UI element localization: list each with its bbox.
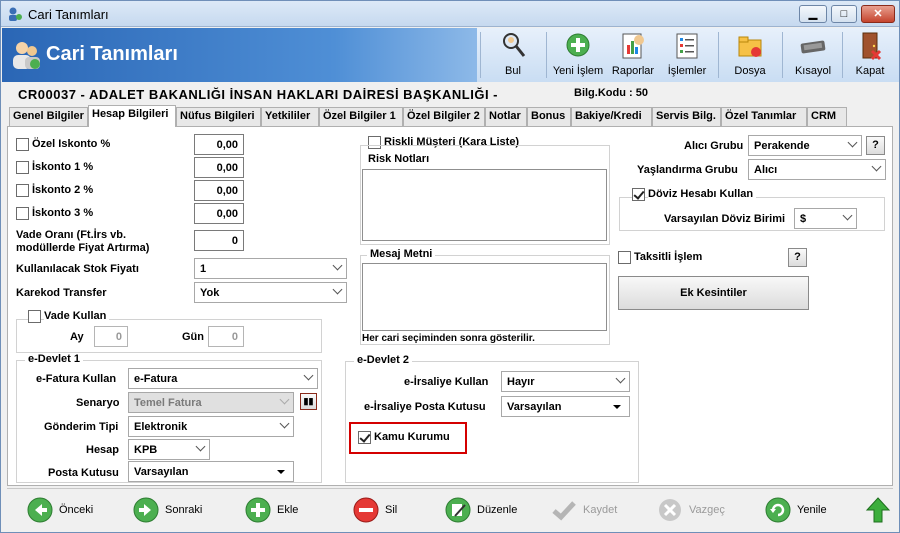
kamu-kurumu-checkbox[interactable] [358,431,371,444]
tab-bakiye-kredi[interactable]: Bakiye/Kredi [571,107,652,126]
eirsaliye-select[interactable]: Hayır [501,371,630,392]
next-button[interactable]: Sonraki [133,497,213,523]
iskonto1-input[interactable]: 0,00 [194,157,244,178]
efatura-select[interactable]: e-Fatura [128,368,318,389]
cancel-button[interactable]: Vazgeç [657,497,737,523]
window-title: Cari Tanımları [28,7,109,22]
header-banner: Cari Tanımları [2,28,477,82]
check-icon [552,501,576,521]
edit-icon [445,497,471,523]
ek-kesintiler-button[interactable]: Ek Kesintiler [618,276,809,310]
arrow-up-icon [865,497,891,523]
tab-notlar[interactable]: Notlar [485,107,527,126]
close-button[interactable]: ✕ [861,5,895,23]
doviz-hesabi-checkbox[interactable] [632,188,645,201]
save-button[interactable]: Kaydet [551,497,631,523]
iskonto3-input[interactable]: 0,00 [194,203,244,224]
iskonto1-checkbox[interactable] [16,161,29,174]
add-button[interactable]: Ekle [245,497,315,523]
tab-bonus[interactable]: Bonus [527,107,571,126]
tab-ozel-bilgiler-2[interactable]: Özel Bilgiler 2 [403,107,485,126]
main-window: Cari Tanımları ▁ □ ✕ Cari Tanımları Bul … [0,0,900,533]
maximize-button[interactable]: □ [831,5,857,23]
exit-door-icon [862,32,882,61]
hesap-bilgileri-panel: Özel Iskonto % 0,00 İskonto 1 % 0,00 İsk… [7,126,893,486]
new-transaction-button[interactable]: Yeni İşlem [550,28,606,82]
tab-genel-bilgiler[interactable]: Genel Bilgiler [9,107,88,126]
app-icon [9,7,22,21]
iskonto3-checkbox[interactable] [16,207,29,220]
arrow-right-icon [133,497,159,523]
iskonto2-input[interactable]: 0,00 [194,180,244,201]
hesap-select[interactable]: KPB [128,439,210,460]
folder-icon [738,36,762,57]
vade-orani-input[interactable]: 0 [194,230,244,251]
alici-grubu-select[interactable]: Perakende [748,135,862,156]
delete-button[interactable]: Sil [353,497,423,523]
footer-toolbar: Önceki Sonraki Ekle Sil Düzenle Kaydet V… [7,488,893,530]
title-bar: Cari Tanımları ▁ □ ✕ [1,1,899,27]
senaryo-select[interactable]: Temel Fatura [128,392,294,413]
yaslandirma-select[interactable]: Alıcı [748,159,886,180]
keyboard-icon [800,40,826,54]
tab-ozel-bilgiler-1[interactable]: Özel Bilgiler 1 [319,107,403,126]
previous-button[interactable]: Önceki [27,497,107,523]
vade-kullan-group [16,319,322,353]
refresh-icon [765,497,791,523]
file-button[interactable]: Dosya [724,28,776,82]
iskonto2-checkbox[interactable] [16,184,29,197]
tab-crm[interactable]: CRM [807,107,847,126]
close-form-button[interactable]: Kapat [846,28,894,82]
ay-input[interactable]: 0 [94,326,128,347]
ozel-iskonto-input[interactable]: 0,00 [194,134,244,155]
bilg-kodu: Bilg.Kodu : 50 [574,87,648,99]
karekod-select[interactable]: Yok [194,282,347,303]
gonderim-tipi-select[interactable]: Elektronik [128,416,294,437]
mesaj-metni-textarea[interactable] [362,263,607,331]
doviz-birimi-select[interactable]: $ [794,208,857,229]
tab-nufus-bilgileri[interactable]: Nüfus Bilgileri [176,107,261,126]
minimize-button[interactable]: ▁ [799,5,827,23]
tab-yetkililer[interactable]: Yetkililer [261,107,319,126]
alici-grubu-help-button[interactable]: ? [866,136,885,155]
cari-code: CR00037 - ADALET BAKANLIĞI İNSAN HAKLARI… [18,87,498,102]
info-bar: CR00037 - ADALET BAKANLIĞI İNSAN HAKLARI… [2,84,899,104]
gun-input[interactable]: 0 [208,326,244,347]
arrow-left-icon [27,497,53,523]
tab-servis-bilg[interactable]: Servis Bilg. [652,107,721,126]
stok-fiyati-select[interactable]: 1 [194,258,347,279]
shortcut-button[interactable]: Kısayol [788,28,838,82]
reports-button[interactable]: Raporlar [608,28,658,82]
tab-ozel-tanimlar[interactable]: Özel Tanımlar [721,107,807,126]
find-button[interactable]: Bul [488,28,538,82]
tab-hesap-bilgileri[interactable]: Hesap Bilgileri [88,105,176,127]
minus-icon [353,497,379,523]
eirsaliye-posta-select[interactable]: Varsayılan [501,396,630,417]
taksitli-help-button[interactable]: ? [788,248,807,267]
risk-notlari-textarea[interactable] [362,169,607,241]
posta-kutusu-select[interactable]: Varsayılan [128,461,294,482]
edit-button[interactable]: Düzenle [445,497,535,523]
ozel-iskonto-checkbox[interactable] [16,138,29,151]
report-icon [622,33,644,59]
taksitli-islem-checkbox[interactable] [618,251,631,264]
mesaj-note: Her cari seçiminden sonra gösterilir. [362,333,535,344]
list-icon [676,33,698,59]
scroll-top-button[interactable] [865,497,891,523]
senaryo-detail-button[interactable]: ▮▮ [300,393,317,410]
cancel-icon [659,499,681,521]
plus-icon [245,497,271,523]
vade-orani-label: Vade Oranı (Ft.İrs vb. modüllerde Fiyat … [16,229,150,254]
page-title: Cari Tanımları [46,43,178,65]
search-person-icon [503,33,526,57]
refresh-button[interactable]: Yenile [765,497,845,523]
header: Cari Tanımları Bul Yeni İşlem Raporlar İ… [2,28,899,82]
vade-kullan-checkbox[interactable] [28,310,41,323]
add-icon [566,33,590,57]
tab-bar: Genel Bilgiler Hesap Bilgileri Nüfus Bil… [9,105,899,127]
users-icon [13,42,40,69]
operations-button[interactable]: İşlemler [662,28,712,82]
